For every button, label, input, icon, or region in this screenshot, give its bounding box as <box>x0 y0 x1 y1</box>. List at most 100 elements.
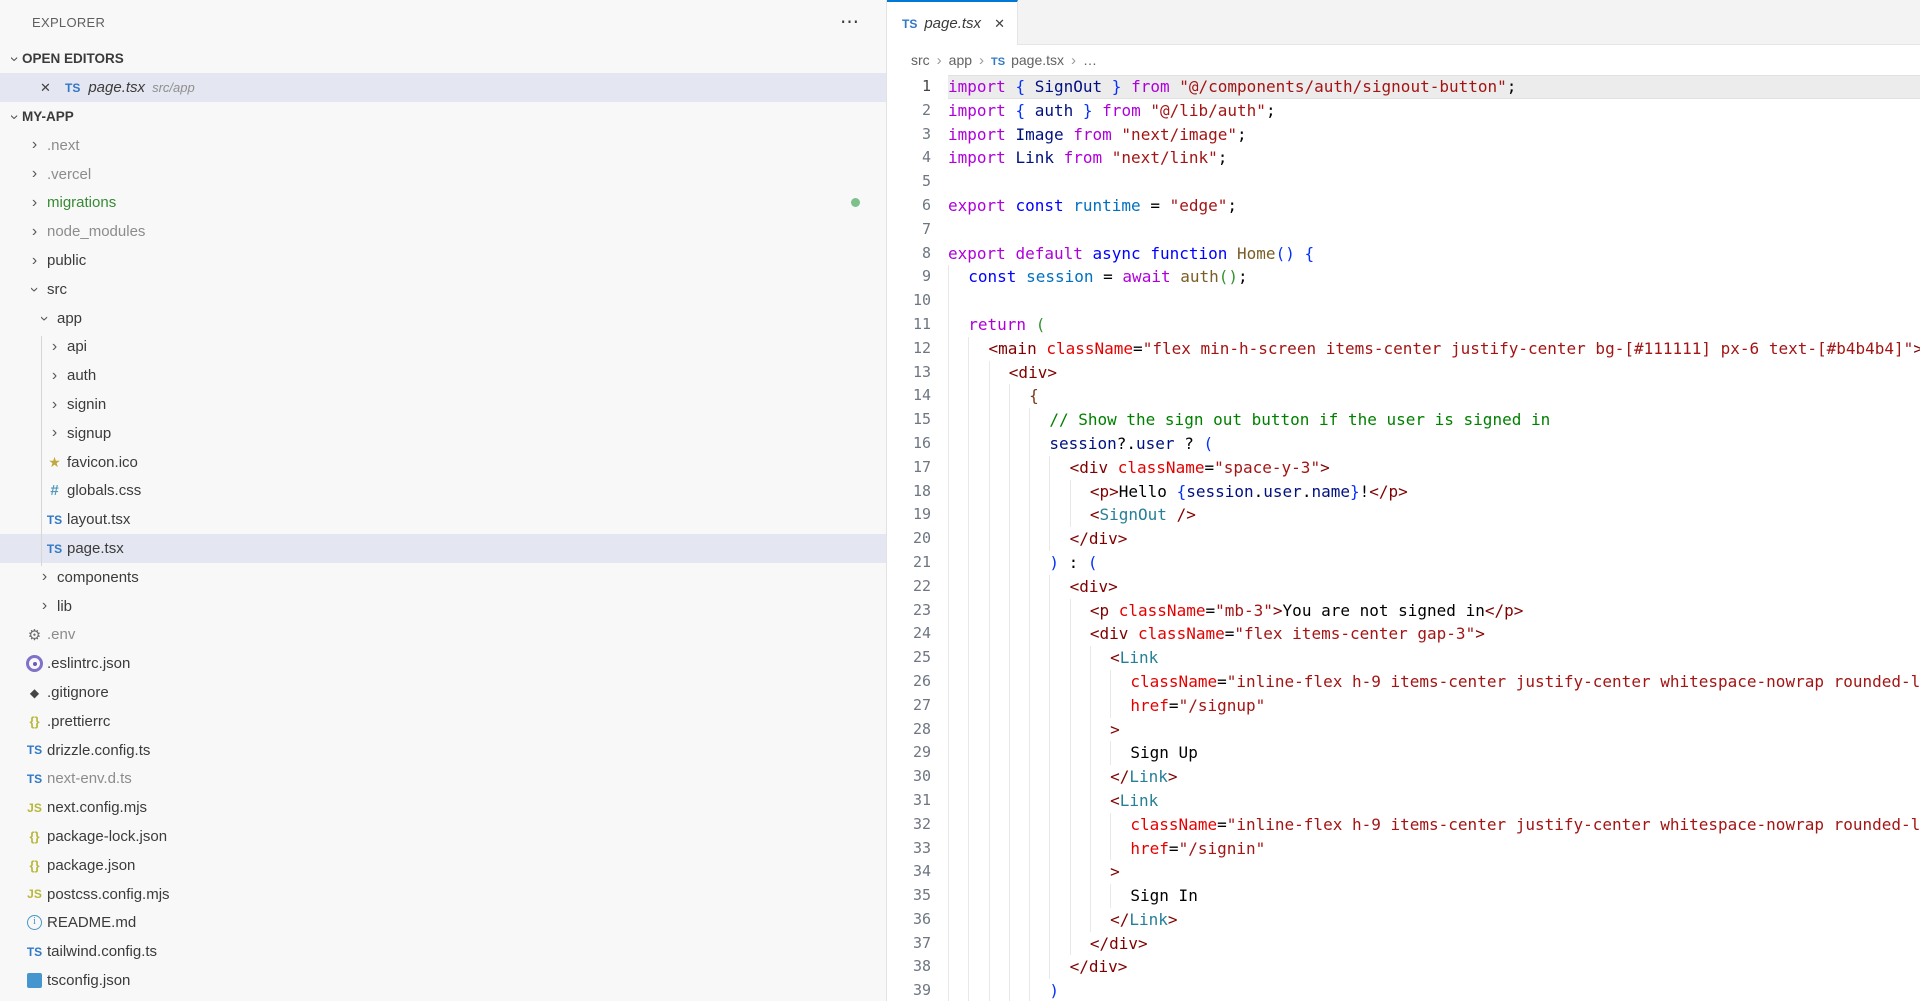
tree-item-layout-tsx[interactable]: TSlayout.tsx <box>0 505 886 534</box>
tree-item-tailwind-config-ts[interactable]: TStailwind.config.ts <box>0 937 886 966</box>
breadcrumb-item-app[interactable]: app <box>949 52 972 68</box>
tree-item-package-lock-json[interactable]: {}package-lock.json <box>0 822 886 851</box>
code-line-17[interactable]: 17<div className="space-y-3"> <box>887 456 1920 480</box>
chevron-right-icon: › <box>46 425 63 442</box>
tree-item-api[interactable]: ›api <box>0 333 886 362</box>
tree-item-lib[interactable]: ›lib <box>0 592 886 621</box>
indent-guide <box>989 575 1009 599</box>
tree-item-next-env-d-ts[interactable]: TSnext-env.d.ts <box>0 765 886 794</box>
close-icon[interactable]: ✕ <box>994 16 1005 32</box>
token-str: "flex items-center gap-3" <box>1234 624 1475 643</box>
tree-item-package-json[interactable]: {}package.json <box>0 851 886 880</box>
token-tag: > <box>1168 767 1178 786</box>
code-line-5[interactable]: 5 <box>887 170 1920 194</box>
tree-item--next[interactable]: ›.next <box>0 131 886 160</box>
code-line-25[interactable]: 25<Link <box>887 646 1920 670</box>
breadcrumb-item-src[interactable]: src <box>911 52 930 68</box>
code-line-24[interactable]: 24<div className="flex items-center gap-… <box>887 622 1920 646</box>
tree-item-globals-css[interactable]: #globals.css <box>0 477 886 506</box>
code-line-content: <SignOut /> <box>948 503 1920 527</box>
breadcrumb-item-page-tsx[interactable]: TSpage.tsx <box>991 52 1064 68</box>
code-line-34[interactable]: 34> <box>887 860 1920 884</box>
code-line-22[interactable]: 22<div> <box>887 575 1920 599</box>
code-line-23[interactable]: 23<p className="mb-3">You are not signed… <box>887 599 1920 623</box>
token-b1: { <box>1177 482 1187 501</box>
tree-item--gitignore[interactable]: ◆.gitignore <box>0 678 886 707</box>
code-line-15[interactable]: 15// Show the sign out button if the use… <box>887 408 1920 432</box>
code-line-1[interactable]: 1import { SignOut } from "@/components/a… <box>887 75 1920 99</box>
line-number: 36 <box>887 908 931 932</box>
tree-item-page-tsx[interactable]: TSpage.tsx <box>0 534 886 563</box>
tree-item-readme-md[interactable]: iREADME.md <box>0 909 886 938</box>
tree-item-migrations[interactable]: ›migrations <box>0 189 886 218</box>
tree-item-public[interactable]: ›public <box>0 246 886 275</box>
code-line-7[interactable]: 7 <box>887 218 1920 242</box>
code-line-9[interactable]: 9const session = await auth(); <box>887 265 1920 289</box>
open-editors-header[interactable]: › OPEN EDITORS <box>0 44 886 73</box>
project-root-header[interactable]: › MY-APP <box>0 102 886 131</box>
tree-item-node-modules[interactable]: ›node_modules <box>0 217 886 246</box>
code-line-8[interactable]: 8export default async function Home() { <box>887 242 1920 266</box>
breadcrumb-item--[interactable]: … <box>1083 52 1097 68</box>
code-line-28[interactable]: 28> <box>887 718 1920 742</box>
tree-item-tsconfig-json[interactable]: tsconfig.json <box>0 966 886 995</box>
tree-item-src[interactable]: ›src <box>0 275 886 304</box>
code-line-27[interactable]: 27href="/signup" <box>887 694 1920 718</box>
tree-item-signin[interactable]: ›signin <box>0 390 886 419</box>
code-line-13[interactable]: 13<div> <box>887 361 1920 385</box>
tree-item--prettierrc[interactable]: {}.prettierrc <box>0 707 886 736</box>
open-editor-item-page-tsx[interactable]: ✕ TS page.tsx src/app <box>0 73 886 102</box>
token-str: "space-y-3" <box>1214 458 1320 477</box>
code-area[interactable]: 1import { SignOut } from "@/components/a… <box>887 75 1920 1001</box>
code-line-19[interactable]: 19<SignOut /> <box>887 503 1920 527</box>
tree-item--eslintrc-json[interactable]: .eslintrc.json <box>0 649 886 678</box>
code-line-20[interactable]: 20</div> <box>887 527 1920 551</box>
tree-item-favicon-ico[interactable]: ★favicon.ico <box>0 448 886 477</box>
tree-item-components[interactable]: ›components <box>0 563 886 592</box>
tab-page-tsx[interactable]: TS page.tsx ✕ <box>887 0 1018 45</box>
tree-item-next-config-mjs[interactable]: JSnext.config.mjs <box>0 793 886 822</box>
code-line-33[interactable]: 33href="/signin" <box>887 837 1920 861</box>
indent-guide <box>1009 837 1029 861</box>
code-line-39[interactable]: 39) <box>887 979 1920 1001</box>
tree-item--env[interactable]: ⚙.env <box>0 621 886 650</box>
code-line-6[interactable]: 6export const runtime = "edge"; <box>887 194 1920 218</box>
code-line-26[interactable]: 26className="inline-flex h-9 items-cente… <box>887 670 1920 694</box>
code-line-14[interactable]: 14{ <box>887 384 1920 408</box>
token-tag: <p> <box>1090 482 1119 501</box>
code-line-32[interactable]: 32className="inline-flex h-9 items-cente… <box>887 813 1920 837</box>
code-line-21[interactable]: 21) : ( <box>887 551 1920 575</box>
code-line-35[interactable]: 35Sign In <box>887 884 1920 908</box>
indent-guide <box>968 599 988 623</box>
tree-item-signup[interactable]: ›signup <box>0 419 886 448</box>
code-line-29[interactable]: 29Sign Up <box>887 741 1920 765</box>
tree-item-app[interactable]: ›app <box>0 304 886 333</box>
code-line-31[interactable]: 31<Link <box>887 789 1920 813</box>
close-icon[interactable]: ✕ <box>40 80 56 96</box>
code-line-37[interactable]: 37</div> <box>887 932 1920 956</box>
code-line-4[interactable]: 4import Link from "next/link"; <box>887 146 1920 170</box>
tree-item-auth[interactable]: ›auth <box>0 361 886 390</box>
token-txt: = <box>1133 339 1143 358</box>
code-line-12[interactable]: 12<main className="flex min-h-screen ite… <box>887 337 1920 361</box>
code-line-10[interactable]: 10 <box>887 289 1920 313</box>
tree-item-postcss-config-mjs[interactable]: JSpostcss.config.mjs <box>0 880 886 909</box>
code-line-2[interactable]: 2import { auth } from "@/lib/auth"; <box>887 99 1920 123</box>
code-line-38[interactable]: 38</div> <box>887 955 1920 979</box>
indent-guide <box>948 432 968 456</box>
code-line-16[interactable]: 16session?.user ? ( <box>887 432 1920 456</box>
tree-item--vercel[interactable]: ›.vercel <box>0 160 886 189</box>
code-line-11[interactable]: 11return ( <box>887 313 1920 337</box>
tree-item-drizzle-config-ts[interactable]: TSdrizzle.config.ts <box>0 736 886 765</box>
indent-guide <box>948 289 968 313</box>
code-line-18[interactable]: 18<p>Hello {session.user.name}!</p> <box>887 480 1920 504</box>
more-actions-icon[interactable]: ⋯ <box>840 13 860 32</box>
indent-guide <box>989 503 1009 527</box>
code-line-3[interactable]: 3import Image from "next/image"; <box>887 123 1920 147</box>
indent-guide <box>948 670 968 694</box>
indent-guide <box>1009 622 1029 646</box>
code-line-content: import Image from "next/image"; <box>948 123 1920 147</box>
code-line-36[interactable]: 36</Link> <box>887 908 1920 932</box>
indent-guide <box>948 884 968 908</box>
code-line-30[interactable]: 30</Link> <box>887 765 1920 789</box>
